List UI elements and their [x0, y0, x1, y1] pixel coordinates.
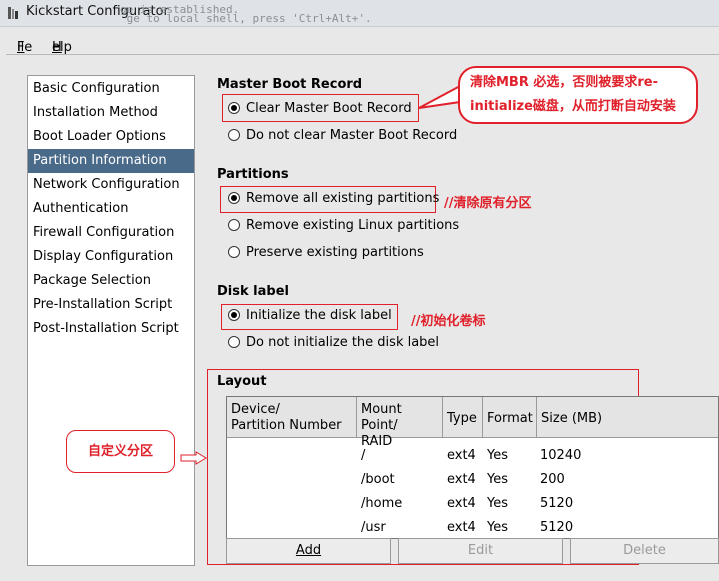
mbr-clear-radio[interactable] [228, 102, 240, 114]
col-size-header[interactable]: Size (MB) [537, 397, 718, 438]
col-device-line1: Device/ [231, 402, 280, 417]
mbr-not-clear-radio-row[interactable]: Do not clear Master Boot Record [228, 125, 457, 145]
cell-size: 10240 [540, 448, 582, 463]
partition-table[interactable]: Device/ Partition Number Mount Point/ RA… [226, 396, 719, 539]
remove-linux-radio[interactable] [228, 219, 240, 231]
cell-mount: / [361, 448, 366, 463]
cell-type: ext4 [447, 472, 476, 487]
preserve-radio[interactable] [228, 246, 240, 258]
cell-size: 5120 [540, 496, 574, 511]
remove-all-label: Remove all existing partitions [246, 190, 440, 206]
add-button[interactable]: Add [226, 538, 391, 564]
col-mount-header[interactable]: Mount Point/ RAID [357, 397, 443, 449]
col-mount-line1: Mount Point/ [361, 402, 402, 433]
table-row[interactable]: /boot ext4 Yes 200 [227, 472, 718, 492]
remove-all-radio[interactable] [228, 192, 240, 204]
delete-button[interactable]: Delete [570, 538, 719, 564]
partitions-annotation: //清除原有分区 [444, 196, 532, 211]
mbr-annotation-line2: initialize磁盘，从而打断自动安装 [470, 99, 676, 114]
cell-mount: /boot [361, 472, 395, 487]
col-format-header[interactable]: Format [483, 397, 537, 438]
cell-type: ext4 [447, 496, 476, 511]
mbr-annotation-line1: 清除MBR 必选，否则被要求re- [470, 75, 659, 90]
background-terminal-text: ge is established. ge to local shell, pr… [120, 3, 372, 25]
layout-section-title: Layout [217, 374, 267, 389]
edit-button[interactable]: Edit [398, 538, 563, 564]
cell-format: Yes [487, 520, 508, 535]
mbr-annotation-bubble: 清除MBR 必选，否则被要求re- initialize磁盘，从而打断自动安装 [458, 66, 698, 124]
sidebar-item-pre-installation-script[interactable]: Pre-Installation Script [28, 293, 194, 317]
cell-format: Yes [487, 496, 508, 511]
cell-format: Yes [487, 448, 508, 463]
right-arrow-icon [180, 451, 207, 465]
remove-linux-label: Remove existing Linux partitions [246, 217, 460, 233]
remove-all-radio-row[interactable]: Remove all existing partitions [228, 188, 439, 208]
table-row[interactable]: / ext4 Yes 10240 [227, 448, 718, 468]
init-disk-label: Initialize the disk label [246, 307, 392, 323]
sidebar-item-authentication[interactable]: Authentication [28, 197, 194, 221]
sidebar-item-post-installation-script[interactable]: Post-Installation Script [28, 317, 194, 341]
preserve-radio-row[interactable]: Preserve existing partitions [228, 242, 424, 262]
mbr-not-clear-radio[interactable] [228, 129, 240, 141]
sidebar-item-display-configuration[interactable]: Display Configuration [28, 245, 194, 269]
cell-mount: /usr [361, 520, 386, 535]
menu-file-rest: ile [17, 40, 33, 55]
app-icon [8, 7, 18, 19]
sidebar-item-network-configuration[interactable]: Network Configuration [28, 173, 194, 197]
mbr-clear-label: Clear Master Boot Record [246, 100, 412, 116]
col-type-header[interactable]: Type [443, 397, 483, 438]
sidebar-item-basic-configuration[interactable]: Basic Configuration [28, 77, 194, 101]
table-row[interactable]: /usr ext4 Yes 5120 [227, 520, 718, 538]
cell-format: Yes [487, 472, 508, 487]
table-row[interactable]: /home ext4 Yes 5120 [227, 496, 718, 516]
mbr-bubble-pointer [418, 84, 463, 109]
menu-bar: File Help [6, 28, 719, 55]
menu-help-rest: elp [52, 40, 72, 55]
sidebar-item-package-selection[interactable]: Package Selection [28, 269, 194, 293]
preserve-label: Preserve existing partitions [246, 244, 424, 260]
cell-size: 5120 [540, 520, 574, 535]
no-init-disk-radio[interactable] [228, 336, 240, 348]
cell-type: ext4 [447, 448, 476, 463]
sidebar-item-firewall-configuration[interactable]: Firewall Configuration [28, 221, 194, 245]
sidebar-item-installation-method[interactable]: Installation Method [28, 101, 194, 125]
sidebar: Basic Configuration Installation Method Bo… [27, 75, 195, 566]
col-device-header[interactable]: Device/ Partition Number [227, 397, 357, 438]
mbr-not-clear-label: Do not clear Master Boot Record [246, 127, 458, 143]
disk-label-section-title: Disk label [217, 284, 289, 299]
remove-linux-radio-row[interactable]: Remove existing Linux partitions [228, 215, 459, 235]
add-button-label: Add [295, 543, 322, 558]
cell-mount: /home [361, 496, 403, 511]
cell-size: 200 [540, 472, 565, 487]
custom-partition-callout: 自定义分区 [66, 430, 175, 473]
cell-type: ext4 [447, 520, 476, 535]
no-init-disk-radio-row[interactable]: Do not initialize the disk label [228, 332, 439, 352]
sidebar-item-boot-loader-options[interactable]: Boot Loader Options [28, 125, 194, 149]
sidebar-item-partition-information[interactable]: Partition Information [28, 149, 194, 173]
init-disk-radio-row[interactable]: Initialize the disk label [228, 305, 392, 325]
mbr-section-title: Master Boot Record [217, 77, 363, 92]
disk-label-annotation: //初始化卷标 [411, 314, 486, 329]
col-device-line2: Partition Number [231, 418, 342, 433]
no-init-disk-label: Do not initialize the disk label [246, 334, 440, 350]
mbr-clear-radio-row[interactable]: Clear Master Boot Record [228, 98, 412, 118]
partitions-section-title: Partitions [217, 167, 289, 182]
init-disk-radio[interactable] [228, 309, 240, 321]
title-bar: Kickstart Configurator ge is established… [0, 0, 719, 27]
